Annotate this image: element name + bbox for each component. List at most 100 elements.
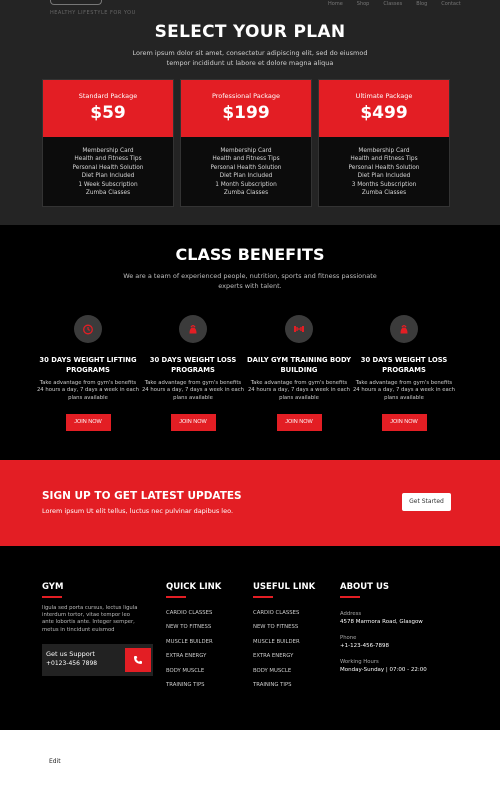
plan-name: Standard Package [78, 92, 138, 100]
plan-feature: Health and Fitness Tips [350, 156, 418, 163]
top-nav: HEALTHY LIFESTYLE FOR YOU Home Shop Clas… [0, 0, 500, 18]
hours-label: Working Hours [340, 658, 379, 665]
join-now-button[interactable]: JOIN NOW [276, 414, 322, 432]
footer-link[interactable]: EXTRA ENERGY [166, 649, 221, 664]
benefit-title: DAILY GYM TRAINING BODY BUILDING [247, 356, 352, 374]
dumbbell-icon [285, 315, 313, 343]
signup-section: SIGN UP TO GET LATEST UPDATES Lorem ipsu… [0, 460, 500, 546]
nav-link-blog[interactable]: Blog [416, 1, 427, 7]
plan-features: Membership Card Health and Fitness Tips … [181, 137, 311, 197]
plan-features: Membership Card Health and Fitness Tips … [319, 137, 449, 197]
nav-link-home[interactable]: Home [328, 1, 343, 7]
nav-link-shop[interactable]: Shop [357, 1, 370, 7]
footer-gym-text: ligula sed porta cursus, lectus ligula i… [42, 604, 138, 633]
footer-quick-title: QUICK LINK [166, 582, 222, 592]
benefit-title: 30 DAYS WEIGHT LOSS PROGRAMS [149, 356, 237, 374]
footer-divider [340, 596, 360, 598]
signup-title: SIGN UP TO GET LATEST UPDATES [42, 490, 242, 502]
footer-link[interactable]: MUSCLE BUILDER [253, 635, 315, 650]
hours-value: Monday-Sunday | 07:00 - 22:00 [340, 666, 427, 673]
plan-feature: Personal Health Solution [210, 164, 282, 171]
footer-useful-column: USEFUL LINK CARDIO CLASSES NEW TO FITNES… [253, 582, 315, 693]
support-number: +0123-456 7898 [46, 660, 98, 667]
footer-link[interactable]: MUSCLE BUILDER [166, 635, 221, 650]
get-started-button[interactable]: Get Started [402, 493, 451, 511]
plan-feature: Personal Health Solution [72, 164, 144, 171]
useful-links: CARDIO CLASSES NEW TO FITNESS MUSCLE BUI… [253, 606, 315, 693]
plan-feature: Personal Health Solution [348, 164, 420, 171]
nav-link-classes[interactable]: Classes [383, 1, 402, 7]
about-hours: Working Hours Monday-Sunday | 07:00 - 22… [340, 658, 427, 674]
plan-card-standard[interactable]: Standard Package $59 Membership Card Hea… [42, 79, 174, 207]
footer-link[interactable]: NEW TO FITNESS [166, 620, 221, 635]
kettlebell-icon [179, 315, 207, 343]
address-label: Address [340, 610, 362, 617]
plans-title: SELECT YOUR PLAN [154, 22, 346, 42]
quick-links: CARDIO CLASSES NEW TO FITNESS MUSCLE BUI… [166, 606, 221, 693]
logo-tagline: HEALTHY LIFESTYLE FOR YOU [50, 10, 136, 16]
footer-link[interactable]: CARDIO CLASSES [166, 606, 221, 621]
about-phone: Phone +1-123-456-7898 [340, 634, 427, 650]
about-address: Address 4578 Marmora Road, Glasgow [340, 610, 427, 626]
support-box: Get us Support +0123-456 7898 [42, 644, 153, 676]
benefit-text: Take advantage from gym's benefits 24 ho… [247, 380, 351, 401]
nav-links: Home Shop Classes Blog Contact [328, 1, 461, 7]
join-now-button[interactable]: JOIN NOW [170, 414, 216, 432]
plan-cards: Standard Package $59 Membership Card Hea… [42, 79, 452, 207]
phone-value: +1-123-456-7898 [340, 642, 390, 649]
footer-divider [253, 596, 273, 598]
plan-features: Membership Card Health and Fitness Tips … [43, 137, 173, 197]
benefit-card: 30 DAYS WEIGHT LOSS PROGRAMS Take advant… [141, 315, 245, 432]
benefit-text: Take advantage from gym's benefits 24 ho… [36, 380, 140, 401]
footer-divider [166, 596, 186, 598]
footer-about-title: ABOUT US [340, 582, 389, 592]
footer-link[interactable]: TRAINING TIPS [253, 678, 315, 693]
footer-link[interactable]: CARDIO CLASSES [253, 606, 315, 621]
plan-feature: 1 Week Subscription [78, 181, 138, 188]
footer-link[interactable]: NEW TO FITNESS [253, 620, 315, 635]
join-now-button[interactable]: JOIN NOW [381, 414, 427, 432]
plan-feature: Diet Plan Included [357, 173, 411, 180]
plan-feature: Zumba Classes [85, 190, 131, 197]
address-value: 4578 Marmora Road, Glasgow [340, 618, 423, 625]
benefit-card: 30 DAYS WEIGHT LIFTING PROGRAMS Take adv… [36, 315, 140, 432]
plan-header: Professional Package $199 [181, 80, 311, 137]
plan-feature: Membership Card [220, 148, 272, 154]
benefits-subtitle: We are a team of experienced people, nut… [123, 272, 377, 290]
benefit-text: Take advantage from gym's benefits 24 ho… [141, 380, 245, 401]
phone-label: Phone [340, 634, 357, 641]
benefit-title: 30 DAYS WEIGHT LIFTING PROGRAMS [39, 356, 137, 374]
footer-link[interactable]: EXTRA ENERGY [253, 649, 315, 664]
phone-icon [134, 656, 142, 664]
logo[interactable] [50, 0, 102, 5]
footer-gym-title: GYM [42, 582, 64, 592]
footer-link[interactable]: TRAINING TIPS [166, 678, 221, 693]
nav-link-contact[interactable]: Contact [441, 1, 460, 7]
plan-card-ultimate[interactable]: Ultimate Package $499 Membership Card He… [318, 79, 450, 207]
plan-feature: Health and Fitness Tips [212, 156, 280, 163]
kettlebell-icon [390, 315, 418, 343]
plan-name: Ultimate Package [355, 92, 413, 100]
benefit-title: 30 DAYS WEIGHT LOSS PROGRAMS [360, 356, 448, 374]
plan-price: $59 [90, 103, 126, 123]
plan-card-professional[interactable]: Professional Package $199 Membership Car… [180, 79, 312, 207]
edit-link[interactable]: Edit [49, 758, 61, 765]
footer: GYM ligula sed porta cursus, lectus ligu… [0, 546, 500, 730]
plan-price: $199 [222, 103, 270, 123]
plan-name: Professional Package [211, 92, 281, 100]
plan-feature: Diet Plan Included [219, 173, 273, 180]
plan-feature: Zumba Classes [223, 190, 269, 197]
plan-feature: Health and Fitness Tips [74, 156, 142, 163]
plan-feature: Membership Card [82, 148, 134, 154]
footer-link[interactable]: BODY MUSCLE [166, 664, 221, 679]
footer-quick-column: QUICK LINK CARDIO CLASSES NEW TO FITNESS… [166, 582, 221, 693]
join-now-button[interactable]: JOIN NOW [65, 414, 111, 432]
phone-button[interactable] [125, 648, 151, 672]
footer-link[interactable]: BODY MUSCLE [253, 664, 315, 679]
plan-price: $499 [360, 103, 408, 123]
timer-icon [74, 315, 102, 343]
footer-about-column: ABOUT US Address 4578 Marmora Road, Glas… [340, 582, 427, 674]
benefit-text: Take advantage from gym's benefits 24 ho… [352, 380, 456, 401]
plan-header: Standard Package $59 [43, 80, 173, 137]
plan-feature: Zumba Classes [361, 190, 407, 197]
